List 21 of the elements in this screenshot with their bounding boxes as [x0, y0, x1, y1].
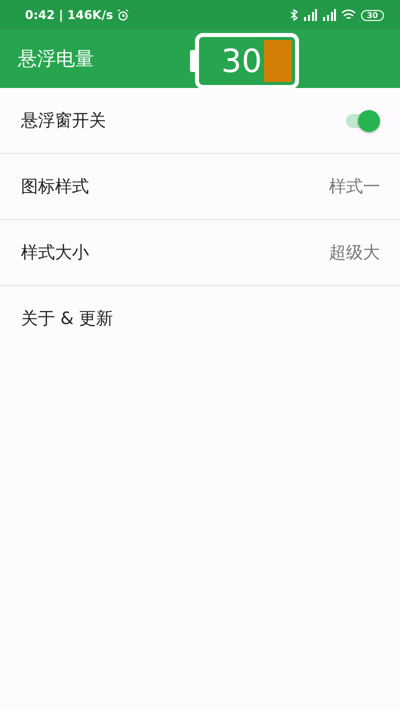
settings-row[interactable]: 图标样式 样式一	[0, 154, 400, 220]
battery-nub	[190, 50, 195, 72]
setting-value: 样式一	[329, 176, 380, 198]
bluetooth-icon	[290, 9, 298, 21]
settings-row[interactable]: 悬浮窗开关	[0, 88, 400, 154]
network-speed: 146K/s	[67, 8, 114, 22]
status-time: 0:42	[25, 8, 55, 22]
settings-row[interactable]: 样式大小 超级大	[0, 220, 400, 286]
setting-label: 图标样式	[21, 176, 89, 198]
alarm-icon	[117, 9, 130, 21]
battery-indicator: 30	[360, 10, 384, 20]
settings-row[interactable]: 关于 & 更新	[0, 286, 400, 351]
signal-icon	[322, 9, 336, 21]
setting-value: 超级大	[329, 242, 380, 264]
app-title: 悬浮电量	[18, 47, 94, 72]
setting-label: 悬浮窗开关	[21, 110, 106, 132]
separator: |	[58, 8, 64, 22]
wifi-icon	[340, 9, 356, 21]
setting-label: 关于 & 更新	[21, 308, 114, 330]
setting-label: 样式大小	[21, 242, 89, 264]
signal-icon	[302, 9, 317, 21]
